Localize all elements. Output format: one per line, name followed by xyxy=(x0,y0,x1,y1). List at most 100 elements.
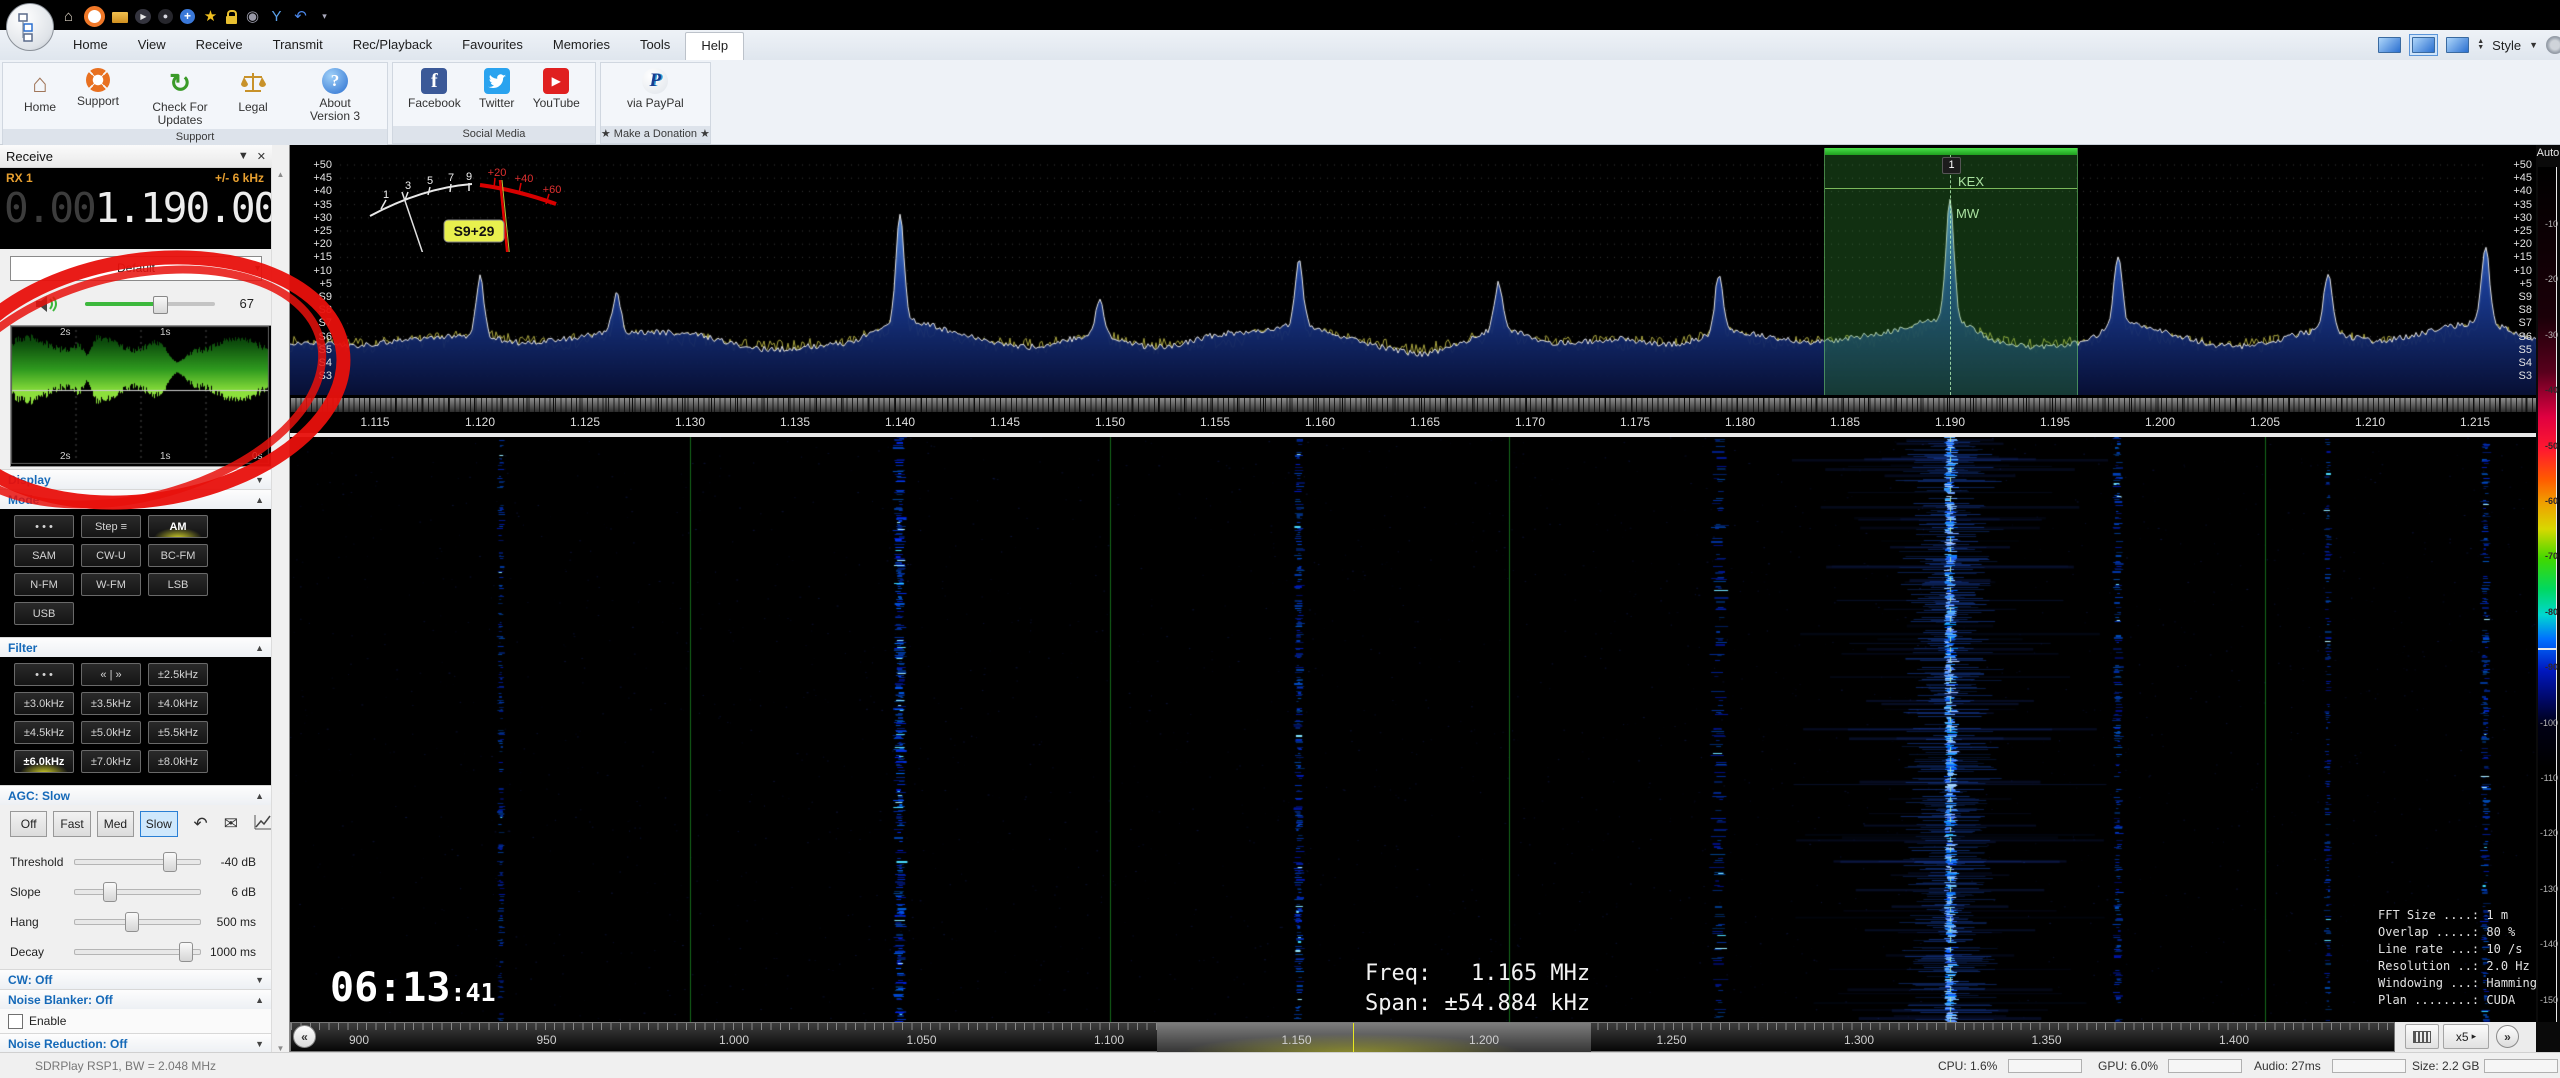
filter-button-7-0khz[interactable]: ±7.0kHz xyxy=(81,750,141,773)
panel-scrollbar[interactable]: ▲ ▼ xyxy=(271,167,289,1056)
spectrum-frequency-ruler[interactable] xyxy=(290,398,2536,412)
waterfall-canvas[interactable] xyxy=(290,437,2536,1022)
more-commands-caret-icon[interactable]: ▾ xyxy=(316,8,333,25)
filter-button-3-5khz[interactable]: ±3.5kHz xyxy=(81,692,141,715)
zoom-level-button[interactable]: x5 ▸ xyxy=(2443,1024,2489,1049)
agc-button-off[interactable]: Off xyxy=(10,811,48,837)
undo-icon[interactable]: ↶ xyxy=(292,8,309,25)
favourite-icon[interactable]: ★ xyxy=(202,8,219,25)
menu-tab-memories[interactable]: Memories xyxy=(538,32,625,60)
ribbon-button-facebook[interactable]: f Facebook xyxy=(403,66,466,112)
ribbon-button-home[interactable]: ⌂ Home xyxy=(13,66,67,116)
section-caret-icon[interactable]: ▼ xyxy=(255,1039,264,1049)
mode-button-w-fm[interactable]: W-FM xyxy=(81,573,141,596)
menu-tab-favourites[interactable]: Favourites xyxy=(447,32,538,60)
filter-section-header[interactable]: Filter ▲ xyxy=(0,637,272,657)
monitor-layout-3-icon[interactable] xyxy=(2446,37,2470,53)
filter-button-5-5khz[interactable]: ±5.5kHz xyxy=(148,721,208,744)
selection-top-bar[interactable] xyxy=(1825,148,2077,155)
monitor-layout-1-icon[interactable] xyxy=(2378,37,2402,53)
mode-button-lsb[interactable]: LSB xyxy=(148,573,208,596)
ribbon-button-youtube[interactable]: ▶ YouTube xyxy=(528,66,585,112)
ribbon-button-check-for-updates[interactable]: ↻ Check For Updates xyxy=(138,66,222,129)
mode-button-step[interactable]: Step ≡ xyxy=(81,515,141,538)
band-scroll-right-button[interactable]: » xyxy=(2496,1025,2519,1048)
section-caret-icon[interactable]: ▲ xyxy=(255,995,264,1005)
filter-button-4-5khz[interactable]: ±4.5kHz xyxy=(14,721,74,744)
agc-slider-threshold[interactable] xyxy=(74,852,201,872)
mode-button-sam[interactable]: SAM xyxy=(14,544,74,567)
menu-tab-tools[interactable]: Tools xyxy=(625,32,685,60)
preset-dropdown[interactable]: Default xyxy=(10,256,262,281)
band-ruler[interactable]: 900 950 1.000 1.050 1.100 1.150 1.200 1.250 1.30… xyxy=(290,1022,2395,1053)
agc-slider-decay[interactable] xyxy=(74,942,201,962)
frequency-readout[interactable]: 0.001.190.000 xyxy=(0,185,272,231)
tuning-selection-region[interactable]: 1 KEX MW xyxy=(1824,148,2078,395)
section-caret-icon[interactable]: ▲ xyxy=(255,643,264,653)
filter-button-8-0khz[interactable]: ±8.0kHz xyxy=(148,750,208,773)
noise-blanker-section-header[interactable]: Noise Blanker: Off ▲ xyxy=(0,989,272,1009)
band-scroll-left-button[interactable]: « xyxy=(293,1025,316,1048)
record-icon[interactable]: ● xyxy=(158,8,173,24)
volume-slider-thumb[interactable] xyxy=(153,296,168,314)
panel-collapse-icon[interactable]: ▼ xyxy=(238,150,249,162)
waterfall-display[interactable]: 06:13:41 Freq: 1.165 MHz Span: ±54.884 k… xyxy=(290,437,2537,1022)
mode-button-cw-u[interactable]: CW-U xyxy=(81,544,141,567)
filter-button-4-0khz[interactable]: ±4.0kHz xyxy=(148,692,208,715)
app-logo[interactable] xyxy=(6,3,54,51)
folder-icon[interactable] xyxy=(112,12,128,23)
envelope-icon[interactable]: ✉ xyxy=(224,814,238,834)
audio-scope[interactable] xyxy=(10,325,272,467)
volume-slider[interactable] xyxy=(85,296,215,314)
style-dropdown[interactable]: Style xyxy=(2492,38,2521,53)
mode-button-am[interactable]: AM xyxy=(148,515,208,538)
filter-button-btn[interactable]: « | » xyxy=(81,663,141,686)
menu-tab-help[interactable]: Help xyxy=(685,32,745,60)
ribbon-button-twitter[interactable]: Twitter xyxy=(470,66,524,112)
section-caret-icon[interactable]: ▼ xyxy=(255,975,264,985)
menu-tab-home[interactable]: Home xyxy=(58,32,123,60)
mode-button-btn[interactable]: • • • xyxy=(14,515,74,538)
menu-tab-transmit[interactable]: Transmit xyxy=(258,32,338,60)
visible-band-window[interactable] xyxy=(1157,1023,1591,1053)
filter-button-2-5khz[interactable]: ±2.5kHz xyxy=(148,663,208,686)
display-section-header[interactable]: Display ▼ xyxy=(0,469,272,489)
receive-panel-header[interactable]: Receive ▼ ✕ xyxy=(0,145,272,168)
antenna-icon[interactable]: Y xyxy=(268,8,285,25)
ribbon-button-legal[interactable]: Legal xyxy=(226,66,280,116)
agc-slider-thumb[interactable] xyxy=(125,912,140,932)
monitor-layout-selected[interactable] xyxy=(2409,34,2439,56)
agc-button-med[interactable]: Med xyxy=(96,811,135,837)
noise-reduction-section-header[interactable]: Noise Reduction: Off ▼ xyxy=(0,1033,272,1053)
agc-graph-icon[interactable] xyxy=(254,814,272,835)
agc-button-slow[interactable]: Slow xyxy=(140,811,178,837)
undo-icon[interactable]: ↶ xyxy=(194,814,208,834)
ribbon-button-via-paypal[interactable]: Pvia PayPal xyxy=(622,66,689,112)
play-icon[interactable]: ▶ xyxy=(135,8,151,24)
agc-slider-thumb[interactable] xyxy=(179,942,193,962)
spectrum-display[interactable]: +50 +45 +40 +35 +30 +25 +20 +15 +10 +5 S9 S8 S7 S6 S5 S… xyxy=(290,148,2536,440)
cw-section-header[interactable]: CW: Off ▼ xyxy=(0,969,272,989)
settings-gear-icon[interactable] xyxy=(2546,36,2560,54)
resize-arrows-icon[interactable]: ▲ ▼ xyxy=(2477,38,2484,51)
mode-section-header[interactable]: Mode ▲ xyxy=(0,489,272,509)
agc-slider-slope[interactable] xyxy=(74,882,201,902)
filter-button-btn[interactable]: • • • xyxy=(14,663,74,686)
agc-slider-thumb[interactable] xyxy=(102,882,117,902)
filter-button-5-0khz[interactable]: ±5.0kHz xyxy=(81,721,141,744)
rx-marker-badge[interactable]: 1 xyxy=(1942,157,1961,174)
agc-button-fast[interactable]: Fast xyxy=(53,811,91,837)
menu-tab-rec-playback[interactable]: Rec/Playback xyxy=(338,32,447,60)
ribbon-button-about-version-3[interactable]: ? About Version 3 xyxy=(293,66,377,125)
section-caret-icon[interactable]: ▲ xyxy=(255,495,264,505)
add-icon[interactable]: + xyxy=(180,8,195,24)
scroll-up-icon[interactable]: ▲ xyxy=(272,170,289,179)
agc-section-header[interactable]: AGC: Slow ▲ xyxy=(0,785,272,805)
lock-icon[interactable] xyxy=(226,9,237,24)
style-caret-icon[interactable]: ▼ xyxy=(2529,40,2538,50)
menu-tab-receive[interactable]: Receive xyxy=(181,32,258,60)
mode-button-n-fm[interactable]: N-FM xyxy=(14,573,74,596)
support-icon[interactable] xyxy=(84,5,105,27)
spectrum-canvas[interactable] xyxy=(290,148,2536,395)
enable-checkbox[interactable] xyxy=(8,1013,23,1029)
